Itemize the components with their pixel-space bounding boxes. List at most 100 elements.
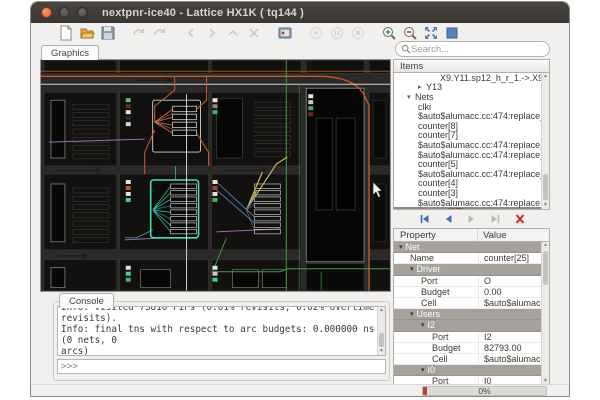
- fpga-layout-svg: [41, 60, 390, 291]
- expander-open-icon[interactable]: ▾: [410, 265, 414, 273]
- properties-header: Property Value: [393, 228, 550, 242]
- property-group-label: I0: [428, 365, 436, 375]
- tree-item-label: $auto$alumacc.cc:474:replace_al...: [418, 111, 550, 121]
- pause-icon[interactable]: [328, 25, 345, 42]
- prev-item-button[interactable]: [441, 213, 454, 226]
- tree-item[interactable]: clki: [394, 102, 549, 112]
- small-up-icon[interactable]: [224, 25, 241, 42]
- small-x-icon[interactable]: [245, 25, 262, 42]
- console-panel: Info: Visited 73810 PIPs (0.01% revisits…: [53, 301, 390, 381]
- tree-item[interactable]: counter[8]: [394, 121, 549, 131]
- tree-item[interactable]: $auto$alumacc.cc:474:replace_al...: [394, 111, 549, 121]
- next-item-button[interactable]: [465, 213, 478, 226]
- property-name: Budget: [394, 343, 478, 353]
- search-input[interactable]: [411, 44, 531, 55]
- properties-table: ▾NetNamecounter[25]▾DriverPortOBudget0.0…: [393, 242, 550, 386]
- redo-b-icon[interactable]: [151, 25, 168, 42]
- desktop: nextpnr-ice40 - Lattice HX1K ( tq144 ) G…: [0, 0, 600, 400]
- property-group-row[interactable]: ▾Users: [394, 309, 549, 320]
- window-maximize-button[interactable]: [77, 7, 88, 18]
- tree-item[interactable]: ▸Y13: [394, 83, 549, 93]
- property-row[interactable]: Cell$auto$alumacc.cc...: [394, 298, 549, 309]
- tree-item[interactable]: ▾Nets: [394, 92, 549, 102]
- property-group-label: Users: [417, 309, 441, 319]
- tree-item[interactable]: counter[7]: [394, 131, 549, 141]
- property-row[interactable]: PortO: [394, 276, 549, 287]
- tree-item[interactable]: X9.Y11.sp12_h_r_1.->.X9.Y...: [394, 73, 549, 83]
- property-row[interactable]: PortI2: [394, 332, 549, 343]
- tree-item[interactable]: counter[3]: [394, 188, 549, 198]
- property-name: Port: [394, 276, 478, 286]
- window-minimize-button[interactable]: [59, 7, 70, 18]
- expander-open-icon[interactable]: ▾: [410, 310, 414, 318]
- property-value: counter[25]: [478, 253, 549, 263]
- small-next-icon[interactable]: [203, 25, 220, 42]
- tree-item-label: Y13: [426, 82, 442, 92]
- property-row[interactable]: Cell$auto$alumacc.cc...: [394, 354, 549, 365]
- property-row[interactable]: Budget82793.00: [394, 343, 549, 354]
- tree-item-label: counter[4]: [418, 178, 458, 188]
- tree-item-label: counter[8]: [418, 121, 458, 131]
- search-icon: [401, 44, 411, 54]
- property-row[interactable]: Budget0.00: [394, 287, 549, 298]
- tree-item-label: $auto$alumacc.cc:474:replace_al...: [418, 169, 550, 179]
- clear-item-button[interactable]: [513, 213, 526, 226]
- tree-item[interactable]: $auto$alumacc.cc:474:replace_al...: [394, 198, 549, 208]
- tab-graphics[interactable]: Graphics: [41, 45, 99, 60]
- property-value: 82793.00: [478, 343, 549, 353]
- expander-open-icon[interactable]: ▾: [421, 321, 425, 329]
- item-navigation: [393, 210, 550, 228]
- last-item-button[interactable]: [489, 213, 502, 226]
- small-prev-icon[interactable]: [182, 25, 199, 42]
- items-scrollbar[interactable]: ▲ ▼: [541, 73, 549, 209]
- tree-item[interactable]: $auto$alumacc.cc:474:replace_al...: [394, 169, 549, 179]
- zoom-selection-icon[interactable]: [422, 25, 439, 42]
- new-file-icon[interactable]: [57, 25, 74, 42]
- zoom-outbound-icon[interactable]: [443, 25, 460, 42]
- toolbar: [31, 23, 569, 43]
- window-close-button[interactable]: [41, 7, 52, 18]
- redo-a-icon[interactable]: [130, 25, 147, 42]
- expander-closed-icon[interactable]: ▸: [418, 83, 426, 91]
- property-group-row[interactable]: ▾Net: [394, 242, 549, 253]
- tree-item[interactable]: counter[4]: [394, 179, 549, 189]
- first-item-button[interactable]: [417, 213, 430, 226]
- expander-open-icon[interactable]: ▾: [399, 243, 403, 251]
- property-row[interactable]: Namecounter[25]: [394, 253, 549, 264]
- property-column-header: Property: [394, 229, 478, 241]
- open-file-icon[interactable]: [78, 25, 95, 42]
- progress-bar: 0%: [422, 386, 547, 396]
- stop-icon[interactable]: [349, 25, 366, 42]
- properties-scrollbar[interactable]: ▲ ▼: [541, 242, 549, 385]
- items-tree: X9.Y11.sp12_h_r_1.->.X9.Y...▸Y13▾Netsclk…: [393, 73, 550, 210]
- tree-item-label: $auto$alumacc.cc:474:replace_al...: [418, 140, 550, 150]
- console-scrollbar[interactable]: ▲ ▼: [377, 307, 385, 355]
- window-title: nextpnr-ice40 - Lattice HX1K ( tq144 ): [102, 7, 304, 19]
- tree-item[interactable]: $auto$alumacc.cc:474:replace_al...: [394, 140, 549, 150]
- save-file-icon[interactable]: [99, 25, 116, 42]
- property-group-row[interactable]: ▾Driver: [394, 264, 549, 275]
- tree-item-label: $auto$alumacc.cc:474:replace_al...: [418, 198, 550, 208]
- play-icon[interactable]: [307, 25, 324, 42]
- property-group-row[interactable]: ▾I0: [394, 365, 549, 376]
- tab-console[interactable]: Console: [59, 293, 114, 308]
- property-group-row[interactable]: ▾I2: [394, 320, 549, 331]
- zoom-in-icon[interactable]: [380, 25, 397, 42]
- zoom-out-icon[interactable]: [401, 25, 418, 42]
- property-group-label: Net: [406, 242, 420, 252]
- fpga-canvas[interactable]: [40, 59, 391, 292]
- property-value: $auto$alumacc.cc...: [478, 354, 549, 364]
- expander-open-icon[interactable]: ▾: [421, 366, 425, 374]
- tree-item[interactable]: counter[5]: [394, 159, 549, 169]
- app-window: nextpnr-ice40 - Lattice HX1K ( tq144 ) G…: [30, 1, 570, 397]
- console-input[interactable]: >>>: [57, 359, 386, 374]
- screenshot-icon[interactable]: [276, 25, 293, 42]
- expander-open-icon[interactable]: ▾: [407, 93, 415, 101]
- tree-item[interactable]: $auto$alumacc.cc:474:replace_al...: [394, 150, 549, 160]
- property-value: I2: [478, 332, 549, 342]
- tree-item-label: $auto$alumacc.cc:474:replace_al...: [418, 150, 550, 160]
- property-group-label: I2: [428, 320, 436, 330]
- property-value: 0.00: [478, 287, 549, 297]
- search-box: [395, 41, 550, 57]
- titlebar[interactable]: nextpnr-ice40 - Lattice HX1K ( tq144 ): [31, 2, 569, 23]
